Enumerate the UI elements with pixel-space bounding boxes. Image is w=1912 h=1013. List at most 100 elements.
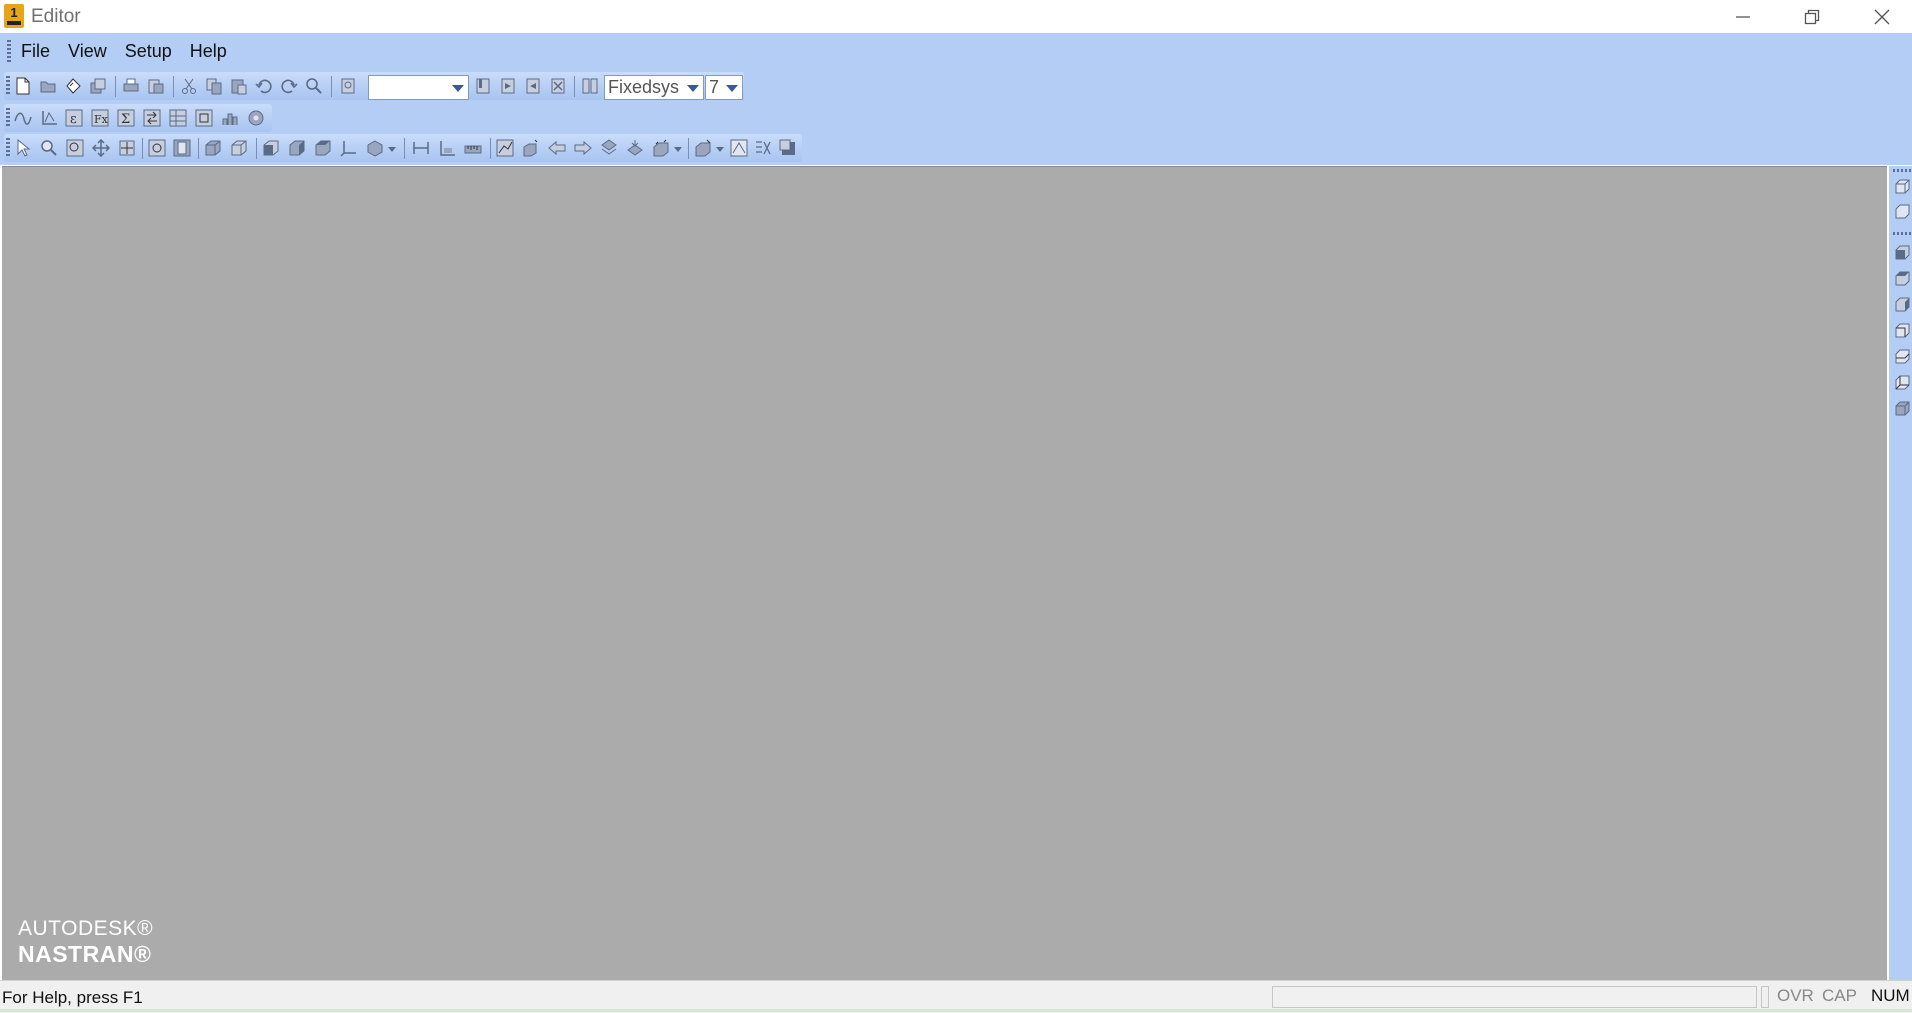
chart-icon[interactable] [221,109,239,127]
restore-button[interactable] [1777,0,1847,33]
chevron-down-icon[interactable] [716,147,724,152]
curve-icon[interactable] [14,109,32,127]
toolbar-grip[interactable] [1893,169,1912,172]
style-combo[interactable] [368,75,469,100]
print-icon[interactable] [122,77,140,95]
chevron-down-icon[interactable] [674,147,682,152]
status-pane [1761,986,1769,1008]
solid-view-icon[interactable] [204,139,222,157]
copy-icon[interactable] [205,77,223,95]
contour-icon[interactable] [730,139,748,157]
dimension-icon[interactable] [412,139,430,157]
cap-indicator: CAP [1822,986,1857,1005]
mesh-icon[interactable] [652,139,670,157]
menubar-grip[interactable] [7,40,11,64]
clear-bookmarks-icon[interactable] [549,77,567,95]
status-pane [1272,986,1757,1008]
function-toolbar: ε Fx Σ [4,104,272,132]
zoom-icon[interactable] [40,139,58,157]
axis-icon[interactable] [40,109,58,127]
save-all-icon[interactable] [89,77,107,95]
minimize-button[interactable] [1708,0,1778,33]
back-cube-icon[interactable] [1894,271,1910,287]
find-icon[interactable] [305,77,323,95]
chevron-down-icon [687,85,699,92]
prev-bookmark-icon[interactable] [524,77,542,95]
standard-toolbar: Fixedsys 7 [4,72,744,100]
left-cube-icon[interactable] [1894,297,1910,313]
new-file-icon[interactable] [14,77,32,95]
font-combo[interactable]: Fixedsys [604,75,704,100]
rotate-view-icon[interactable] [148,139,166,157]
toolbar-grip[interactable] [1893,232,1912,235]
sum-icon[interactable]: Σ [117,109,135,127]
toolbar-grip[interactable] [6,138,10,158]
paste-icon[interactable] [230,77,248,95]
transform-icon[interactable] [143,109,161,127]
bookmark-icon[interactable] [474,77,492,95]
font-size-combo[interactable]: 7 [705,75,743,100]
matrix-icon[interactable] [195,109,213,127]
minimize-icon [1736,15,1750,18]
layer-down-icon[interactable] [626,139,644,157]
editor-workspace[interactable] [2,166,1887,981]
print-preview-icon[interactable] [147,77,165,95]
save-icon[interactable] [64,77,82,95]
toolbar-grip[interactable] [6,108,10,128]
arrow-right-icon[interactable] [574,139,592,157]
measure-icon[interactable] [438,139,456,157]
cut-icon[interactable] [180,77,198,95]
top-view-icon[interactable] [314,139,332,157]
layer-up-icon[interactable] [600,139,618,157]
menu-file[interactable]: File [12,36,59,66]
front-view-icon[interactable] [262,139,280,157]
cube-icon[interactable] [1894,204,1910,220]
close-button[interactable] [1847,0,1912,33]
chevron-down-icon [452,85,464,92]
menu-help[interactable]: Help [181,36,236,66]
shaded-view-icon[interactable] [230,139,248,157]
arrow-left-icon[interactable] [548,139,566,157]
ruler-icon[interactable] [464,139,482,157]
columns-icon[interactable] [581,77,599,95]
toolbar-grip[interactable] [6,76,10,96]
view-toolbar [4,134,802,162]
right-cube-icon[interactable] [1894,323,1910,339]
menu-setup[interactable]: Setup [116,36,181,66]
frame-icon[interactable] [173,139,191,157]
menu-view[interactable]: View [59,36,116,66]
table-icon[interactable] [169,109,187,127]
select-arrow-icon[interactable] [14,139,32,157]
next-bookmark-icon[interactable] [499,77,517,95]
app-icon: 1 [4,4,24,28]
separator [198,138,199,159]
pan-icon[interactable] [92,139,110,157]
function-icon[interactable]: Fx [91,109,109,127]
node-icon[interactable] [522,139,540,157]
chevron-down-icon[interactable] [388,147,396,152]
font-combo-value: Fixedsys [608,77,680,97]
right-toolbar [1889,166,1912,980]
front-cube-icon[interactable] [1894,245,1910,261]
iso-view-icon[interactable] [366,139,384,157]
top-cube-icon[interactable] [1894,349,1910,365]
iso-cube-icon[interactable] [1894,401,1910,417]
find-file-icon[interactable] [339,77,357,95]
element-icon[interactable] [694,139,712,157]
graph-icon[interactable] [496,139,514,157]
open-file-icon[interactable] [39,77,57,95]
settings-icon[interactable] [247,109,265,127]
epsilon-icon[interactable]: ε [65,109,83,127]
legend-icon[interactable] [779,139,797,157]
results-icon[interactable] [754,139,772,157]
back-view-icon[interactable] [288,139,306,157]
axes-view-icon[interactable] [340,139,358,157]
logo-line1: AUTODESK® [18,917,154,940]
fit-view-icon[interactable] [118,139,136,157]
bottom-cube-icon[interactable] [1894,375,1910,391]
redo-icon[interactable] [280,77,298,95]
undo-icon[interactable] [255,77,273,95]
wireframe-cube-icon[interactable] [1894,179,1910,195]
zoom-window-icon[interactable] [66,139,84,157]
separator [490,138,491,159]
